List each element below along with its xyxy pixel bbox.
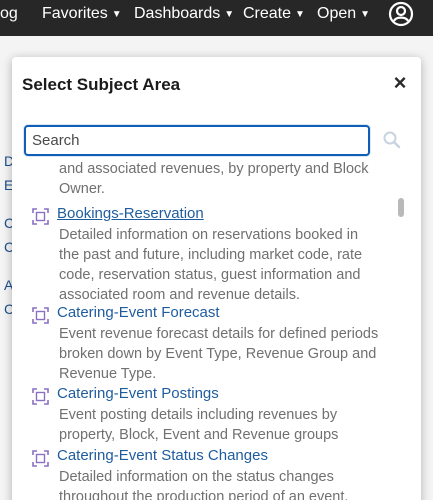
- nav-menu-open[interactable]: Open ▼: [317, 0, 370, 28]
- close-button[interactable]: ×: [390, 71, 410, 95]
- nav-item-label: Favorites: [42, 5, 108, 22]
- nav-item-catalog-partial[interactable]: og: [0, 0, 18, 28]
- subject-area-icon: [32, 450, 49, 467]
- search-icon[interactable]: [382, 130, 401, 149]
- list-item-description: Detailed information on reservations boo…: [59, 227, 363, 303]
- list-item-description: Event revenue forecast details for defin…: [59, 326, 379, 382]
- select-subject-area-dialog: Select Subject Area × and associated rev…: [12, 57, 421, 500]
- subject-area-link[interactable]: Catering-Event Status Changes: [57, 447, 268, 464]
- search-input[interactable]: [24, 125, 370, 156]
- nav-item-label: Open: [317, 5, 357, 22]
- caret-down-icon: ▼: [360, 8, 371, 20]
- list-item-description: and associated revenues, by property and…: [59, 161, 369, 197]
- nav-item-label: Dashboards: [134, 5, 221, 22]
- caret-down-icon: ▼: [224, 8, 235, 20]
- caret-down-icon: ▼: [295, 8, 305, 20]
- scrollbar-thumb[interactable]: [398, 198, 404, 217]
- dialog-title: Select Subject Area: [22, 75, 181, 94]
- subject-area-link[interactable]: Bookings-Reservation: [57, 205, 204, 222]
- subject-area-icon: [32, 208, 49, 225]
- subject-area-icon: [32, 388, 49, 405]
- list-item-description: Event posting details including revenues…: [59, 407, 339, 443]
- nav-menu-dashboards[interactable]: Dashboards ▼: [134, 0, 234, 28]
- nav-menu-create[interactable]: Create ▼: [243, 0, 305, 28]
- subject-area-link[interactable]: Catering-Event Postings: [57, 385, 219, 402]
- top-nav-bar: og Favorites ▼ Dashboards ▼ Create ▼ Ope…: [0, 0, 433, 36]
- subject-area-list[interactable]: and associated revenues, by property and…: [24, 159, 409, 500]
- user-profile-icon[interactable]: [388, 1, 414, 27]
- nav-item-label: og: [0, 5, 18, 22]
- caret-down-icon: ▼: [111, 8, 122, 20]
- nav-menu-favorites[interactable]: Favorites ▼: [42, 0, 122, 28]
- list-item-description: Detailed information on the status chang…: [59, 469, 349, 500]
- subject-area-icon: [32, 307, 49, 324]
- subject-area-link[interactable]: Catering-Event Forecast: [57, 304, 220, 321]
- nav-item-label: Create: [243, 5, 292, 22]
